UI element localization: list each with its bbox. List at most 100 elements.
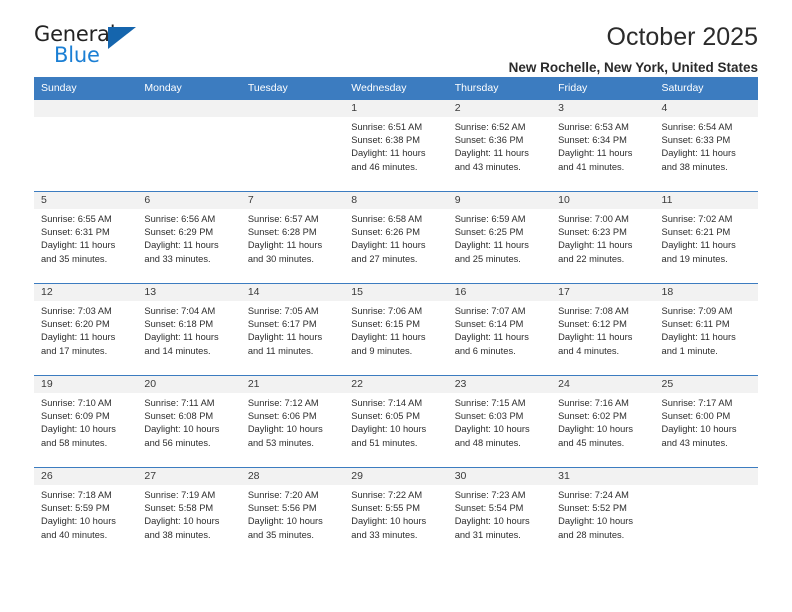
daylight-duration-line2: and 53 minutes. <box>247 437 314 448</box>
sunrise-time: Sunrise: 7:09 AM <box>661 306 733 316</box>
daylight-duration-line1: Daylight: 11 hours <box>454 148 529 159</box>
daylight-duration-line1: Daylight: 11 hours <box>661 240 736 251</box>
daylight-duration-line1: Daylight: 11 hours <box>661 148 736 159</box>
sunset-time: Sunset: 6:05 PM <box>351 411 420 422</box>
weekday-header-monday: Monday <box>137 77 241 100</box>
day-cell-inner: 1 Sunrise: 6:51 AM Sunset: 6:38 PM Daylight… <box>344 100 448 191</box>
calendar-day-cell <box>240 99 345 192</box>
calendar-day-cell[interactable]: 25 Sunrise: 7:17 AM Sunset: 6:00 PM Dayligh… <box>654 375 758 468</box>
day-details: Sunrise: 7:15 AM Sunset: 6:03 PM Daylight:… <box>448 393 551 450</box>
calendar-day-cell[interactable]: 15 Sunrise: 7:06 AM Sunset: 6:15 PM Dayligh… <box>344 283 448 376</box>
daylight-duration-line1: Daylight: 10 hours <box>454 424 530 435</box>
calendar-day-cell[interactable]: 23 Sunrise: 7:15 AM Sunset: 6:03 PM Dayligh… <box>447 375 552 468</box>
day-details: Sunrise: 6:59 AM Sunset: 6:25 PM Daylight:… <box>448 209 551 266</box>
calendar-day-cell[interactable]: 29 Sunrise: 7:22 AM Sunset: 5:55 PM Dayligh… <box>344 467 448 559</box>
daylight-duration-line1: Daylight: 11 hours <box>351 148 426 159</box>
calendar-day-cell[interactable]: 17 Sunrise: 7:08 AM Sunset: 6:12 PM Dayligh… <box>551 283 655 376</box>
day-cell-inner: 14 Sunrise: 7:05 AM Sunset: 6:17 PM Dayligh… <box>240 284 345 375</box>
day-cell-inner: 28 Sunrise: 7:20 AM Sunset: 5:56 PM Dayligh… <box>240 468 345 559</box>
calendar-day-cell[interactable]: 7 Sunrise: 6:57 AM Sunset: 6:28 PM Daylight… <box>240 191 345 284</box>
day-cell-inner <box>34 100 138 191</box>
sunrise-time: Sunrise: 7:12 AM <box>247 398 319 408</box>
day-number: 1 <box>344 100 448 117</box>
daylight-duration-line2: and 51 minutes. <box>351 437 418 448</box>
daylight-duration-line1: Daylight: 11 hours <box>558 332 633 343</box>
day-cell-inner <box>137 100 241 191</box>
calendar-day-cell[interactable]: 31 Sunrise: 7:24 AM Sunset: 5:52 PM Dayligh… <box>551 467 655 559</box>
daylight-duration-line2: and 4 minutes. <box>558 345 620 356</box>
sunset-time: Sunset: 5:54 PM <box>454 503 524 514</box>
sunset-time: Sunset: 6:26 PM <box>351 227 420 238</box>
daylight-duration-line1: Daylight: 10 hours <box>351 424 427 435</box>
calendar-day-cell[interactable]: 13 Sunrise: 7:04 AM Sunset: 6:18 PM Dayligh… <box>137 283 241 376</box>
daylight-duration-line1: Daylight: 11 hours <box>351 332 426 343</box>
sunset-time: Sunset: 6:38 PM <box>351 135 420 146</box>
weekday-header-wednesday: Wednesday <box>344 77 448 100</box>
calendar-day-cell <box>34 99 138 192</box>
calendar-day-cell <box>654 467 758 559</box>
calendar-day-cell[interactable]: 10 Sunrise: 7:00 AM Sunset: 6:23 PM Dayligh… <box>551 191 655 284</box>
day-number: 28 <box>240 468 345 485</box>
calendar-week-row: 12 Sunrise: 7:03 AM Sunset: 6:20 PM Dayligh… <box>34 283 758 376</box>
sunrise-time: Sunrise: 7:04 AM <box>144 306 216 316</box>
daylight-duration-line2: and 33 minutes. <box>144 253 211 264</box>
calendar-day-cell[interactable]: 19 Sunrise: 7:10 AM Sunset: 6:09 PM Dayligh… <box>34 375 138 468</box>
calendar-day-cell[interactable]: 21 Sunrise: 7:12 AM Sunset: 6:06 PM Dayligh… <box>240 375 345 468</box>
calendar-day-cell[interactable]: 2 Sunrise: 6:52 AM Sunset: 6:36 PM Daylight… <box>447 99 552 192</box>
general-blue-logo[interactable]: General Blue <box>34 22 154 72</box>
sunset-time: Sunset: 5:56 PM <box>247 503 317 514</box>
daylight-duration-line1: Daylight: 11 hours <box>41 240 116 251</box>
calendar-day-cell[interactable]: 6 Sunrise: 6:56 AM Sunset: 6:29 PM Daylight… <box>137 191 241 284</box>
sunset-time: Sunset: 6:18 PM <box>144 319 214 330</box>
calendar-day-cell[interactable]: 8 Sunrise: 6:58 AM Sunset: 6:26 PM Daylight… <box>344 191 448 284</box>
day-details: Sunrise: 7:19 AM Sunset: 5:58 PM Daylight:… <box>137 485 240 542</box>
sunset-time: Sunset: 6:36 PM <box>454 135 524 146</box>
day-cell-inner: 3 Sunrise: 6:53 AM Sunset: 6:34 PM Daylight… <box>551 100 655 191</box>
day-details: Sunrise: 7:20 AM Sunset: 5:56 PM Daylight:… <box>241 485 344 542</box>
day-number: 20 <box>137 376 241 393</box>
sunset-time: Sunset: 6:09 PM <box>41 411 110 422</box>
sunset-time: Sunset: 6:34 PM <box>558 135 627 146</box>
day-number: 30 <box>447 468 552 485</box>
calendar-day-cell[interactable]: 5 Sunrise: 6:55 AM Sunset: 6:31 PM Daylight… <box>34 191 138 284</box>
calendar-day-cell[interactable]: 16 Sunrise: 7:07 AM Sunset: 6:14 PM Dayligh… <box>447 283 552 376</box>
calendar-day-cell[interactable]: 30 Sunrise: 7:23 AM Sunset: 5:54 PM Dayligh… <box>447 467 552 559</box>
calendar-day-cell[interactable]: 11 Sunrise: 7:02 AM Sunset: 6:21 PM Dayligh… <box>654 191 758 284</box>
sunrise-time: Sunrise: 7:17 AM <box>661 398 733 408</box>
weekday-header-saturday: Saturday <box>654 77 758 100</box>
day-cell-inner: 4 Sunrise: 6:54 AM Sunset: 6:33 PM Daylight… <box>654 100 758 191</box>
day-number: 2 <box>447 100 552 117</box>
day-number: 3 <box>551 100 655 117</box>
day-details: Sunrise: 7:10 AM Sunset: 6:09 PM Daylight:… <box>34 393 137 450</box>
calendar-day-cell[interactable]: 3 Sunrise: 6:53 AM Sunset: 6:34 PM Daylight… <box>551 99 655 192</box>
day-details: Sunrise: 7:24 AM Sunset: 5:52 PM Daylight:… <box>551 485 654 542</box>
calendar-day-cell[interactable]: 9 Sunrise: 6:59 AM Sunset: 6:25 PM Daylight… <box>447 191 552 284</box>
calendar-day-cell[interactable]: 27 Sunrise: 7:19 AM Sunset: 5:58 PM Dayligh… <box>137 467 241 559</box>
day-cell-inner: 21 Sunrise: 7:12 AM Sunset: 6:06 PM Dayligh… <box>240 376 345 467</box>
day-cell-inner: 31 Sunrise: 7:24 AM Sunset: 5:52 PM Dayligh… <box>551 468 655 559</box>
daylight-duration-line1: Daylight: 11 hours <box>351 240 426 251</box>
calendar-day-cell[interactable]: 24 Sunrise: 7:16 AM Sunset: 6:02 PM Dayligh… <box>551 375 655 468</box>
day-number: 19 <box>34 376 138 393</box>
calendar-day-cell[interactable]: 14 Sunrise: 7:05 AM Sunset: 6:17 PM Dayligh… <box>240 283 345 376</box>
day-number: 5 <box>34 192 138 209</box>
daylight-duration-line1: Daylight: 10 hours <box>247 516 323 527</box>
sunrise-time: Sunrise: 7:24 AM <box>558 490 629 500</box>
day-cell-inner: 11 Sunrise: 7:02 AM Sunset: 6:21 PM Dayligh… <box>654 192 758 283</box>
calendar-day-cell[interactable]: 18 Sunrise: 7:09 AM Sunset: 6:11 PM Dayligh… <box>654 283 758 376</box>
sunrise-time: Sunrise: 7:22 AM <box>351 490 423 500</box>
calendar-day-cell[interactable]: 4 Sunrise: 6:54 AM Sunset: 6:33 PM Daylight… <box>654 99 758 192</box>
calendar-day-cell[interactable]: 1 Sunrise: 6:51 AM Sunset: 6:38 PM Daylight… <box>344 99 448 192</box>
sunset-time: Sunset: 5:58 PM <box>144 503 214 514</box>
calendar-day-cell[interactable]: 26 Sunrise: 7:18 AM Sunset: 5:59 PM Dayligh… <box>34 467 138 559</box>
daylight-duration-line1: Daylight: 10 hours <box>247 424 323 435</box>
day-number: 14 <box>240 284 345 301</box>
daylight-duration-line2: and 45 minutes. <box>558 437 625 448</box>
calendar-day-cell[interactable]: 28 Sunrise: 7:20 AM Sunset: 5:56 PM Dayligh… <box>240 467 345 559</box>
calendar-day-cell[interactable]: 20 Sunrise: 7:11 AM Sunset: 6:08 PM Dayligh… <box>137 375 241 468</box>
calendar-day-cell[interactable]: 12 Sunrise: 7:03 AM Sunset: 6:20 PM Dayligh… <box>34 283 138 376</box>
sunset-time: Sunset: 6:33 PM <box>661 135 731 146</box>
sunset-time: Sunset: 6:06 PM <box>247 411 317 422</box>
day-details: Sunrise: 7:08 AM Sunset: 6:12 PM Daylight:… <box>551 301 654 358</box>
calendar-day-cell[interactable]: 22 Sunrise: 7:14 AM Sunset: 6:05 PM Dayligh… <box>344 375 448 468</box>
